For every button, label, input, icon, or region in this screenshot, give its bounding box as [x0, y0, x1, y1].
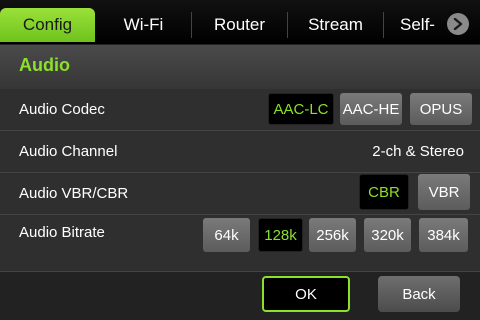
codec-option-aac-he[interactable]: AAC-HE: [340, 93, 402, 125]
bitrate-option-384k[interactable]: 384k: [419, 218, 468, 252]
chevron-right-icon[interactable]: [447, 13, 469, 35]
row-audio-bitrate: Audio Bitrate 64k 128k 256k 320k 384k: [0, 215, 480, 272]
row-audio-channel: Audio Channel 2-ch & Stereo: [0, 131, 480, 173]
tab-self[interactable]: Self-: [400, 8, 440, 42]
audio-bitrate-label: Audio Bitrate: [19, 224, 105, 241]
audio-channel-label: Audio Channel: [19, 143, 118, 160]
bitrate-option-64k[interactable]: 64k: [203, 218, 250, 252]
section-title: Audio: [19, 55, 70, 75]
mode-option-cbr[interactable]: CBR: [359, 174, 409, 210]
tab-config[interactable]: Config: [0, 8, 95, 42]
bitrate-option-128k[interactable]: 128k: [258, 218, 303, 252]
mode-option-vbr[interactable]: VBR: [418, 174, 470, 210]
tab-wifi[interactable]: Wi-Fi: [96, 8, 191, 42]
back-button[interactable]: Back: [378, 276, 460, 312]
bitrate-option-320k[interactable]: 320k: [364, 218, 411, 252]
ok-button[interactable]: OK: [262, 276, 350, 312]
bitrate-option-256k[interactable]: 256k: [309, 218, 356, 252]
tab-router[interactable]: Router: [192, 8, 287, 42]
codec-option-aac-lc[interactable]: AAC-LC: [268, 93, 334, 125]
tab-divider: [383, 12, 384, 38]
row-audio-vbr-cbr: Audio VBR/CBR CBR VBR: [0, 173, 480, 215]
codec-option-opus[interactable]: OPUS: [410, 93, 472, 125]
row-audio-codec: Audio Codec AAC-LC AAC-HE OPUS: [0, 89, 480, 131]
tab-stream[interactable]: Stream: [288, 8, 383, 42]
section-header: Audio: [0, 44, 480, 89]
audio-codec-label: Audio Codec: [19, 101, 105, 118]
tab-bar: Config Wi-Fi Router Stream Self-: [0, 0, 480, 44]
audio-channel-value: 2-ch & Stereo: [372, 143, 464, 160]
audio-vbr-cbr-label: Audio VBR/CBR: [19, 185, 129, 202]
